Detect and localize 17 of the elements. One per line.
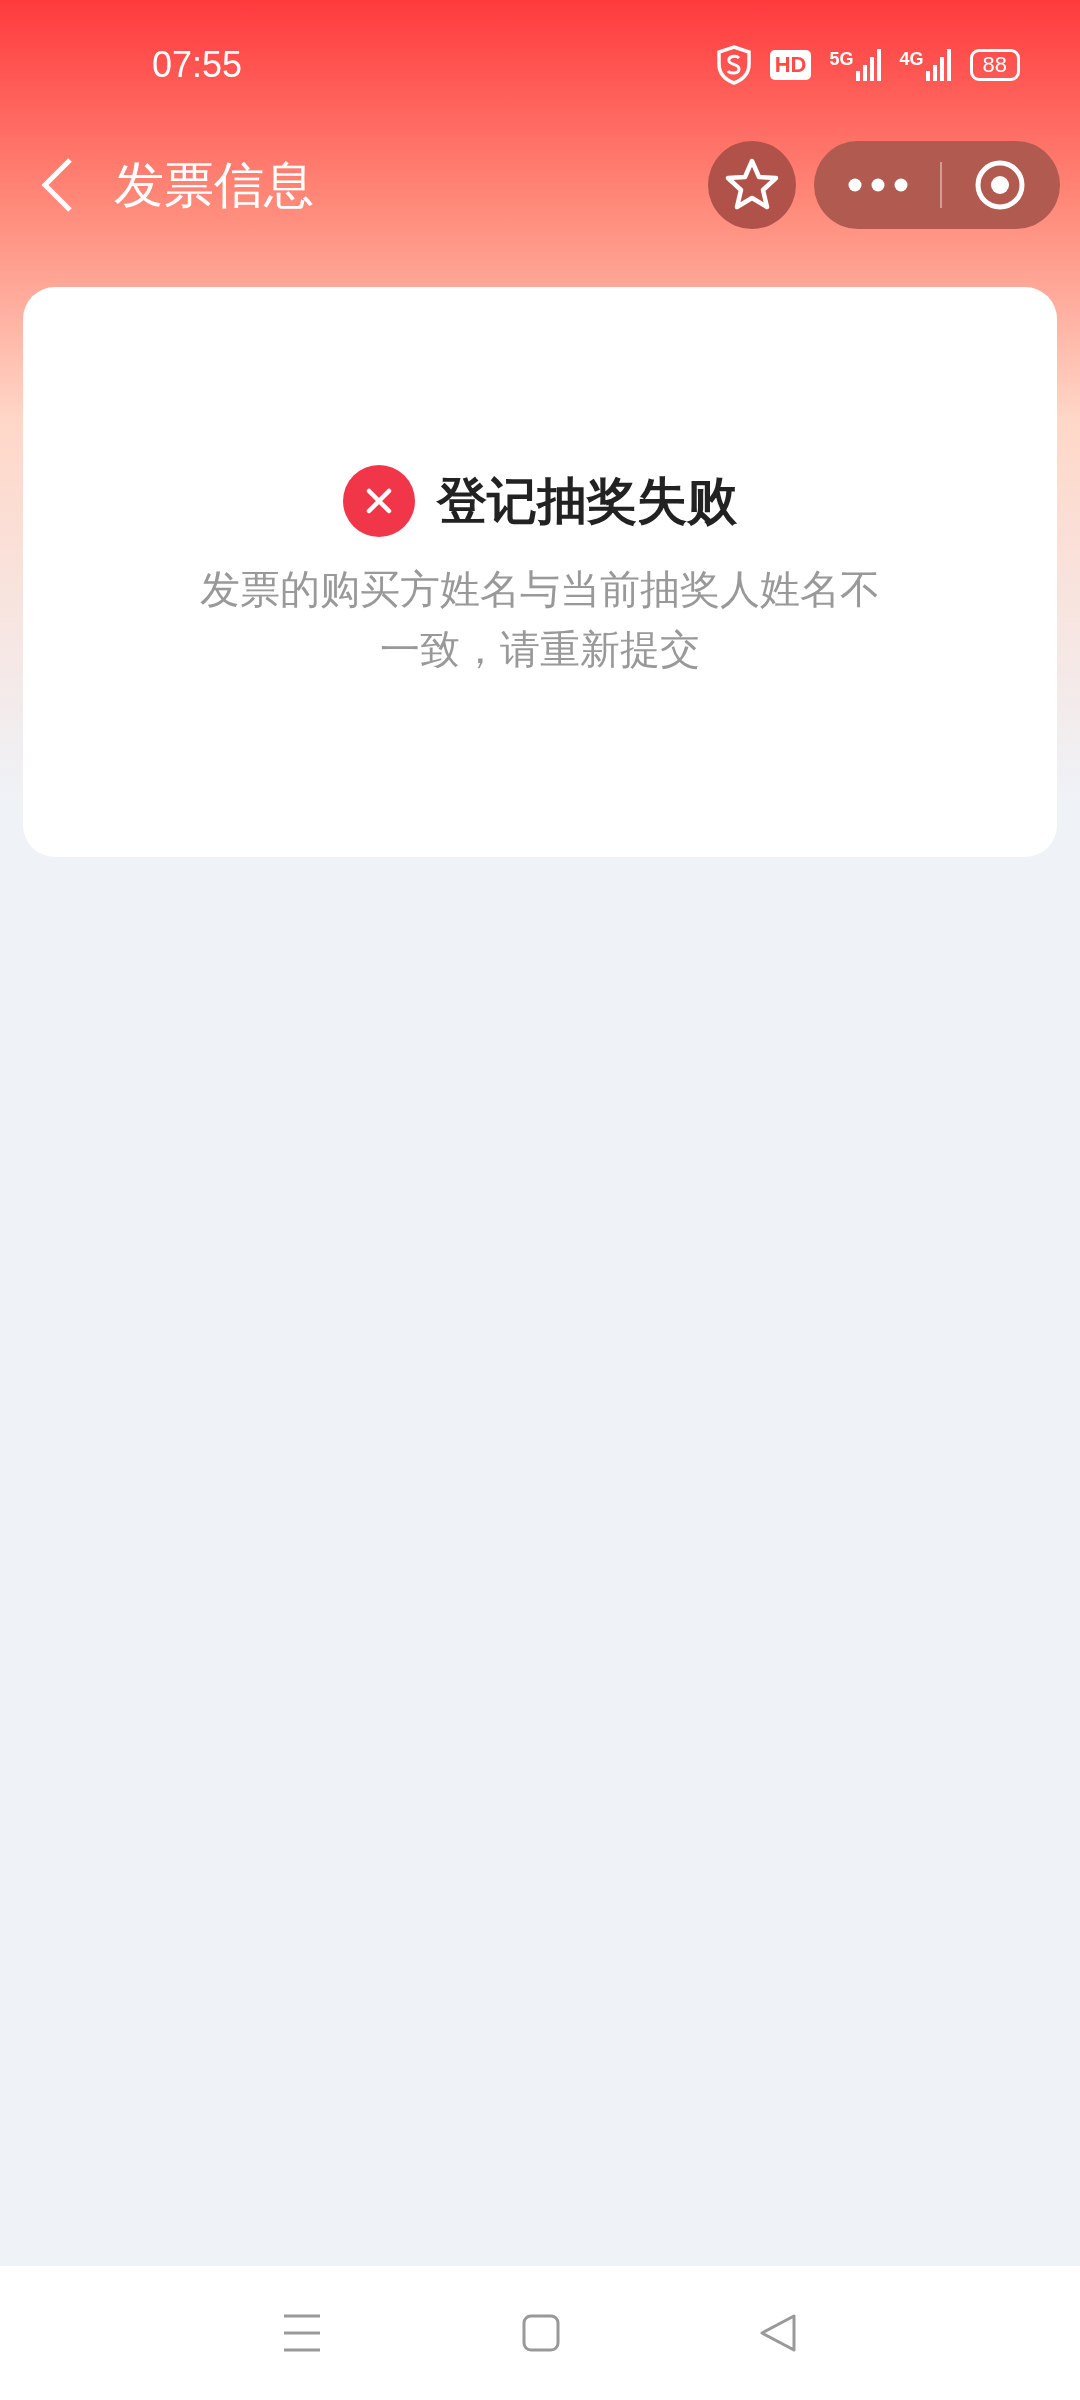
signal-icon: [925, 49, 952, 81]
home-icon[interactable]: [522, 2314, 560, 2352]
shield-icon: [715, 45, 752, 85]
battery-level: 88: [969, 49, 1020, 81]
more-icon[interactable]: [848, 178, 908, 192]
hd-badge: HD: [769, 50, 812, 80]
page-title: 发票信息: [114, 154, 314, 216]
close-target-icon[interactable]: [974, 159, 1026, 211]
back-icon[interactable]: [40, 157, 74, 213]
status-time: 07:55: [152, 44, 243, 86]
network-type: 5G: [829, 49, 854, 70]
result-message: 发票的购买方姓名与当前抽奖人姓名不一致，请重新提交: [199, 565, 881, 674]
menu-icon[interactable]: [282, 2313, 322, 2353]
signal-icon: [855, 49, 882, 81]
result-title: 登记抽奖失败: [437, 470, 737, 532]
back-nav-icon[interactable]: [760, 2314, 798, 2352]
network-type: 4G: [899, 49, 924, 70]
